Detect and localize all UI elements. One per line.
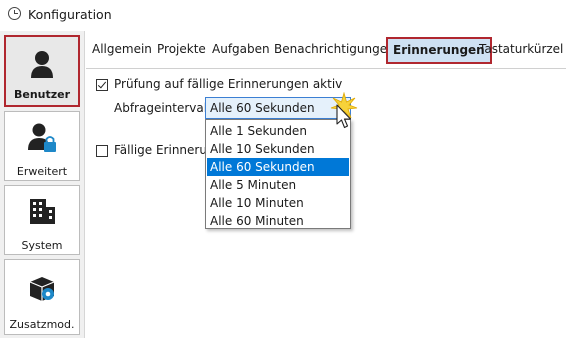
reminder-check-label: Prüfung auf fällige Erinnerungen aktiv [114,77,343,91]
mouse-cursor-icon [336,104,352,129]
interval-label: Abfrageintervall [114,101,211,115]
interval-select-value: Alle 60 Sekunden [210,101,315,115]
clock-icon [8,7,21,20]
interval-dropdown-list: Alle 1 Sekunden Alle 10 Sekunden Alle 60… [205,119,351,229]
sidebar-item-erweitert[interactable]: Erweitert [4,111,80,181]
dropdown-option[interactable]: Alle 5 Minuten [207,176,349,194]
tab-aufgaben[interactable]: Aufgaben [212,42,270,56]
due-reminder-checkbox[interactable] [96,145,108,157]
sidebar-item-zusatzmod[interactable]: Zusatzmod. [4,259,80,335]
sidebar-item-system[interactable]: System [4,185,80,255]
dropdown-option-selected[interactable]: Alle 60 Sekunden [207,158,349,176]
title-bar: Konfiguration [0,0,566,30]
sidebar: Benutzer Erweitert System Zusatzmod. [0,31,85,338]
window-title: Konfiguration [28,7,112,22]
dropdown-option[interactable]: Alle 1 Sekunden [207,122,349,140]
tab-tastaturkuerzel[interactable]: Tastaturkürzel [479,42,563,56]
user-lock-icon [28,123,56,152]
dropdown-option[interactable]: Alle 60 Minuten [207,212,349,230]
package-gear-icon [29,277,55,301]
reminder-check-checkbox[interactable] [96,79,108,91]
tab-divider [86,68,566,69]
sidebar-item-label: System [21,239,63,252]
tab-benachrichtigungen[interactable]: Benachrichtigungen [274,42,395,56]
sidebar-item-benutzer[interactable]: Benutzer [4,35,80,107]
building-icon [30,199,55,224]
sidebar-item-label: Erweitert [16,165,68,178]
tab-bar: Allgemein Projekte Aufgaben Benachrichti… [86,36,566,64]
dropdown-option[interactable]: Alle 10 Sekunden [207,140,349,158]
sidebar-item-label: Benutzer [13,88,71,101]
tab-allgemein[interactable]: Allgemein [92,42,152,56]
user-icon [31,51,53,78]
dropdown-option[interactable]: Alle 10 Minuten [207,194,349,212]
tab-erinnerungen[interactable]: Erinnerungen [386,37,492,64]
tab-projekte[interactable]: Projekte [157,42,206,56]
sidebar-item-label: Zusatzmod. [9,318,75,331]
